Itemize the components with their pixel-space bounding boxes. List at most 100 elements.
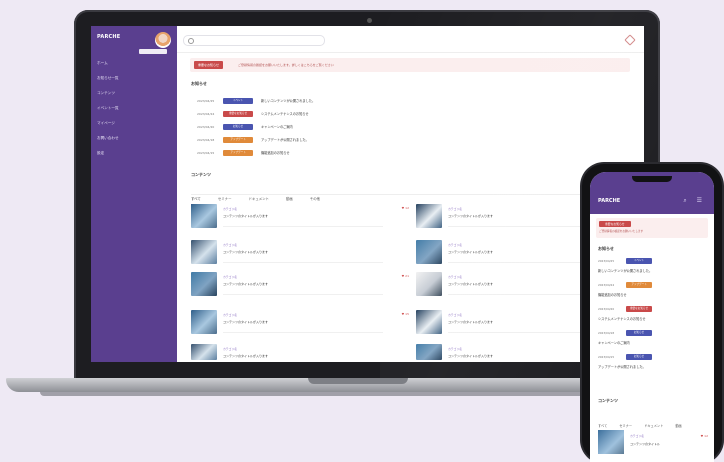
laptop-shadow [40, 392, 670, 396]
card-category: カテゴリ名 [448, 275, 462, 279]
card-like[interactable]: ♥ 21 [402, 274, 409, 278]
content-card[interactable]: カテゴリ名 コンテンツのタイトルが入ります ♥ 12 [191, 204, 409, 230]
alert-button[interactable]: 重要なお知らせ [194, 61, 223, 69]
camera-icon [367, 18, 372, 23]
card-title: コンテンツのタイトルが入ります [223, 282, 269, 286]
search-icon [188, 37, 194, 44]
notice-text: キャンペーンのご案内 [261, 125, 293, 129]
sidebar: PARCHE ホーム お知らせ一覧 コンテンツ イベント一覧 マイページ お問い… [91, 26, 177, 362]
contents-title: コンテンツ [191, 172, 211, 177]
card-like[interactable]: ♥ 12 [402, 206, 409, 210]
card-category: カテゴリ名 [448, 243, 462, 247]
card-category: カテゴリ名 [223, 313, 237, 317]
notice-date: 2023/04/24 [197, 112, 215, 116]
notice-text: システムメンテナンスのお知らせ [261, 112, 309, 116]
notice-text: 新しいコンテンツが公開されました。 [261, 99, 316, 103]
content-card[interactable]: カテゴリ名 コンテンツのタイトルが入ります [191, 240, 391, 266]
card-title: コンテンツのタイトルが入ります [223, 250, 269, 254]
notice-date: 2023/04/15 [598, 355, 615, 359]
content-thumbnail [416, 310, 442, 334]
notice-tag: イベント [626, 258, 652, 264]
sidebar-item-notices[interactable]: お知らせ一覧 [97, 71, 119, 86]
card-category: カテゴリ名 [448, 313, 462, 317]
search-input[interactable] [183, 35, 325, 46]
content-thumbnail [416, 240, 442, 264]
notice-tag: アップデート [223, 150, 253, 156]
notification-icon[interactable] [624, 34, 636, 46]
avatar[interactable] [155, 32, 171, 48]
phone-notice-item[interactable]: 2023/04/24 アップデート 機能追加のお知らせ [598, 282, 708, 304]
content-thumbnail [191, 204, 217, 228]
phone-notice-item[interactable]: 2023/04/15 お知らせ アップデートが公開されました。 [598, 354, 708, 376]
content-card[interactable]: カテゴリ名 コンテンツのタイトルが入ります ♥ 21 [191, 272, 409, 298]
phone-notice-item[interactable]: 2023/04/18 お知らせ キャンペーンのご案内 [598, 330, 708, 352]
sidebar-item-home[interactable]: ホーム [97, 56, 119, 71]
notice-date: 2023/04/25 [598, 259, 615, 263]
card-title: コンテンツのタイトルが入ります [448, 214, 494, 218]
laptop-opening-notch [308, 378, 408, 384]
phone-content-thumbnail[interactable] [598, 430, 624, 454]
notice-date: 2023/04/25 [197, 99, 215, 103]
card-category: カテゴリ名 [223, 275, 237, 279]
notice-tag: 重要なお知らせ [223, 111, 253, 117]
sidebar-item-events[interactable]: イベント一覧 [97, 101, 119, 116]
card-category: カテゴリ名 [223, 243, 237, 247]
card-title: コンテンツのタイトルが入ります [223, 214, 269, 218]
tab-seminar[interactable]: セミナー [218, 196, 232, 204]
phone-contents-title: コンテンツ [598, 398, 618, 403]
tab-document[interactable]: ドキュメント [249, 196, 269, 204]
phone-screen: PARCHE ⌕ ☰ 重要なお知らせ ご登録情報の確認をお願いいたします お知ら… [590, 172, 714, 462]
tab-all[interactable]: すべて [598, 423, 607, 428]
content-tabs: すべて セミナー ドキュメント 動画 その他 [191, 185, 332, 205]
card-category: カテゴリ名 [448, 207, 462, 211]
tab-video[interactable]: 動画 [675, 423, 681, 428]
card-divider [223, 262, 383, 263]
notice-text: 機能追加のお知らせ [261, 151, 290, 155]
sidebar-item-settings[interactable]: 設定 [97, 146, 119, 161]
phone-brand-logo[interactable]: PARCHE [598, 198, 620, 204]
phone-content-tabs: すべて セミナー ドキュメント 動画 [598, 412, 689, 431]
sidebar-item-mypage[interactable]: マイページ [97, 116, 119, 131]
sidebar-item-contact[interactable]: お問い合わせ [97, 131, 119, 146]
notice-date: 2023/04/18 [598, 331, 615, 335]
phone-card-category: カテゴリ名 [630, 434, 644, 438]
brand-logo[interactable]: PARCHE [97, 34, 120, 40]
content-card[interactable]: カテゴリ名 コンテンツのタイトルが入ります [191, 344, 391, 360]
tab-other[interactable]: その他 [310, 196, 320, 204]
notice-text: システムメンテナンスのお知らせ [598, 317, 646, 321]
notice-row[interactable]: 2023/04/25 イベント 新しいコンテンツが公開されました。 [197, 97, 497, 105]
card-title: コンテンツのタイトルが入ります [223, 320, 269, 324]
tab-seminar[interactable]: セミナー [619, 423, 632, 428]
card-like[interactable]: ♥ 15 [402, 312, 409, 316]
phone-card-like[interactable]: ♥ 12 [701, 434, 708, 438]
notice-date: 2023/04/20 [598, 307, 615, 311]
phone-card-title[interactable]: コンテンツのタイトル [630, 442, 660, 446]
notice-row[interactable]: 2023/04/15 アップデート 機能追加のお知らせ [197, 149, 497, 157]
user-badge [139, 49, 167, 54]
content-thumbnail [416, 272, 442, 296]
content-thumbnail [191, 272, 217, 296]
top-bar [177, 26, 644, 53]
notice-row[interactable]: 2023/04/20 お知らせ キャンペーンのご案内 [197, 123, 497, 131]
notice-row[interactable]: 2023/04/18 アップデート アップデートが公開されました。 [197, 136, 497, 144]
tab-document[interactable]: ドキュメント [644, 423, 663, 428]
content-thumbnail [416, 204, 442, 228]
tab-video[interactable]: 動画 [286, 196, 293, 204]
notice-text: キャンペーンのご案内 [598, 341, 630, 345]
notice-row[interactable]: 2023/04/24 重要なお知らせ システムメンテナンスのお知らせ [197, 110, 497, 118]
sidebar-item-contents[interactable]: コンテンツ [97, 86, 119, 101]
phone-menu-icons[interactable]: ⌕ ☰ [683, 197, 706, 205]
card-category: カテゴリ名 [223, 207, 237, 211]
notice-text: 新しいコンテンツが公開されました。 [598, 269, 653, 273]
notice-date: 2023/04/15 [197, 151, 215, 155]
notice-text: アップデートが公開されました。 [598, 365, 646, 369]
phone-notice-item[interactable]: 2023/04/25 イベント 新しいコンテンツが公開されました。 [598, 258, 708, 280]
phone-alert-button[interactable]: 重要なお知らせ [599, 221, 631, 227]
notice-tag: アップデート [626, 282, 652, 288]
alert-text: ご登録情報の確認をお願いいたします。詳しくはこちらをご覧ください [238, 63, 334, 67]
phone-header: PARCHE ⌕ ☰ [590, 172, 714, 214]
phone-notice-item[interactable]: 2023/04/20 重要なお知らせ システムメンテナンスのお知らせ [598, 306, 708, 328]
notice-tag: 重要なお知らせ [626, 306, 652, 312]
phone-notices-title: お知らせ [598, 246, 614, 251]
content-card[interactable]: カテゴリ名 コンテンツのタイトルが入ります ♥ 15 [191, 310, 409, 336]
